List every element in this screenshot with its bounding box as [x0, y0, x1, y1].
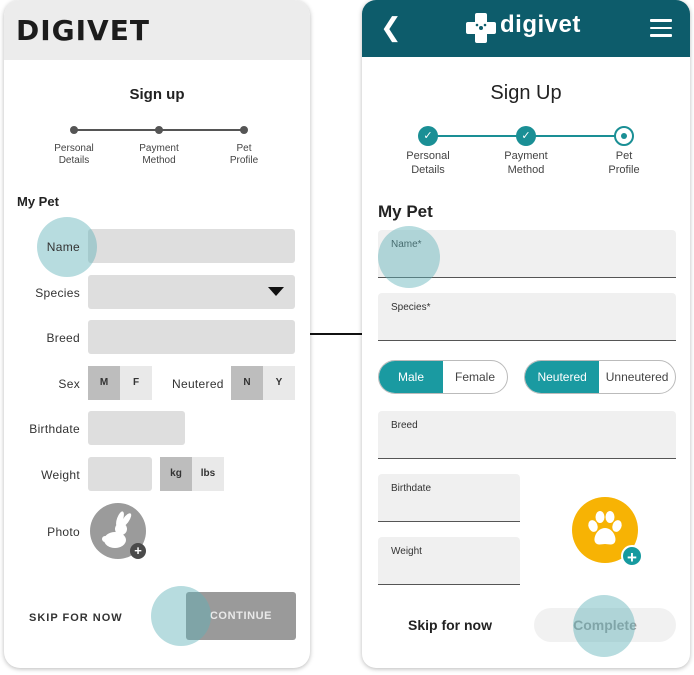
- app-skip-button[interactable]: Skip for now: [408, 617, 492, 633]
- wireframe-breed-input[interactable]: [88, 320, 295, 354]
- wireframe-sex-f[interactable]: F: [120, 366, 152, 400]
- wireframe-page-title: Sign up: [129, 86, 185, 103]
- digivet-cross-logo-icon: [466, 13, 496, 43]
- app-neutered-toggle: Neutered Unneutered: [524, 360, 676, 394]
- app-birthdate-field[interactable]: Birthdate: [378, 474, 520, 522]
- tap-indicator: [573, 595, 635, 657]
- app-page-title: Sign Up: [490, 82, 562, 104]
- step-current-icon: [614, 126, 634, 146]
- app-weight-label: Weight: [391, 546, 422, 557]
- wireframe-species-select[interactable]: [88, 275, 295, 309]
- app-screen: ❮ digivet Sign Up ✓ ✓ Personal Details P…: [362, 0, 690, 668]
- wireframe-brand-logo: DIGIVET: [16, 14, 150, 47]
- back-icon[interactable]: ❮: [380, 12, 402, 43]
- step-complete-check-icon: ✓: [418, 126, 438, 146]
- add-photo-icon[interactable]: +: [621, 545, 643, 567]
- wireframe-step-dot-1: [70, 126, 78, 134]
- rabbit-icon: [102, 511, 132, 548]
- wireframe-step-label-1: Personal Details: [54, 143, 94, 166]
- app-breed-field[interactable]: Breed: [378, 411, 676, 459]
- wireframe-step-label-2: Payment Method: [139, 143, 179, 166]
- tap-indicator: [151, 586, 211, 646]
- app-species-label: Species*: [391, 302, 431, 313]
- wireframe-screen: DIGIVET Sign up Personal Details Payment…: [4, 0, 310, 668]
- app-neutered-yes[interactable]: Neutered: [525, 361, 600, 393]
- app-section-title: My Pet: [378, 202, 433, 221]
- wireframe-neutered-label: Neutered: [172, 377, 224, 391]
- app-birthdate-label: Birthdate: [391, 483, 432, 494]
- wireframe-neutered-y[interactable]: Y: [263, 366, 295, 400]
- app-brand: digivet: [500, 11, 581, 38]
- wireframe-step-dot-3: [240, 126, 248, 134]
- app-sex-female[interactable]: Female: [443, 361, 507, 393]
- app-step-label-3: Pet Profile: [608, 150, 640, 176]
- chevron-down-icon: [268, 287, 284, 296]
- wireframe-birthdate-label: Birthdate: [29, 422, 80, 436]
- wireframe-sex-label: Sex: [58, 377, 80, 391]
- wireframe-unit-kg[interactable]: kg: [160, 457, 192, 491]
- wireframe-birthdate-input[interactable]: [88, 411, 185, 445]
- wireframe-weight-label: Weight: [41, 468, 80, 482]
- menu-icon[interactable]: [650, 19, 672, 37]
- wireframe-sex-m[interactable]: M: [88, 366, 120, 400]
- wireframe-step-dot-2: [155, 126, 163, 134]
- wireframe-step-label-3: Pet Profile: [229, 143, 259, 166]
- add-photo-icon[interactable]: +: [130, 543, 146, 559]
- app-sex-male[interactable]: Male: [379, 361, 443, 393]
- wireframe-section-title: My Pet: [17, 194, 59, 209]
- tap-indicator: [378, 226, 440, 288]
- wireframe-species-label: Species: [35, 286, 80, 300]
- app-neutered-no[interactable]: Unneutered: [599, 361, 675, 393]
- step-complete-check-icon: ✓: [516, 126, 536, 146]
- app-breed-label: Breed: [391, 420, 418, 431]
- wireframe-unit-lbs[interactable]: lbs: [192, 457, 224, 491]
- wireframe-name-label: Name: [46, 240, 80, 254]
- paw-icon: [588, 511, 622, 545]
- app-weight-field[interactable]: Weight: [378, 537, 520, 585]
- app-step-label-2: Payment Method: [504, 150, 548, 176]
- wireframe-weight-input[interactable]: [88, 457, 152, 491]
- wireframe-skip-button[interactable]: SKIP FOR NOW: [29, 612, 123, 624]
- app-species-field[interactable]: Species*: [378, 293, 676, 341]
- wireframe-photo-label: Photo: [47, 525, 80, 539]
- app-step-label-1: Personal Details: [406, 150, 450, 176]
- wireframe-name-input[interactable]: [88, 229, 295, 263]
- wireframe-neutered-n[interactable]: N: [231, 366, 263, 400]
- wireframe-breed-label: Breed: [46, 331, 80, 345]
- app-sex-toggle: Male Female: [378, 360, 508, 394]
